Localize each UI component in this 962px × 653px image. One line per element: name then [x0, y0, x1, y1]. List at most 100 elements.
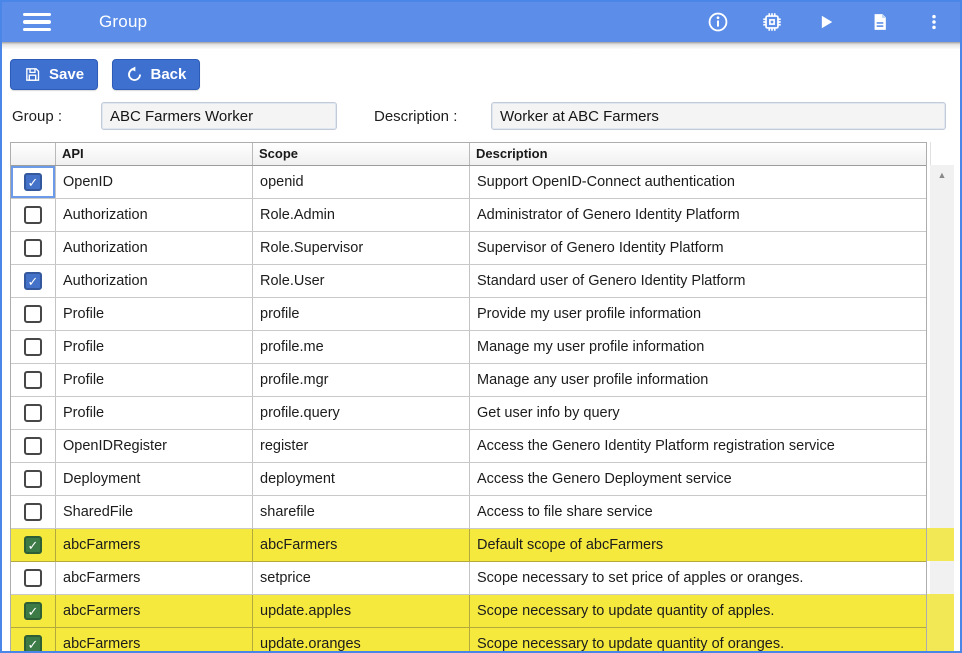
cell-api: Authorization [55, 199, 252, 231]
save-button-label: Save [49, 66, 84, 83]
cell-scope: Role.Supervisor [252, 232, 469, 264]
header-api: API [55, 143, 252, 165]
cell-api: Deployment [55, 463, 252, 495]
table-row[interactable]: abcFarmersabcFarmersDefault scope of abc… [11, 529, 926, 562]
cell-scope: Role.Admin [252, 199, 469, 231]
cell-api: Profile [55, 364, 252, 396]
row-checkbox-cell [11, 430, 55, 462]
cell-api: Profile [55, 298, 252, 330]
table-row[interactable]: ProfileprofileProvide my user profile in… [11, 298, 926, 331]
back-button-label: Back [151, 66, 187, 83]
row-checkbox-unchecked[interactable] [24, 503, 42, 521]
cell-api: OpenIDRegister [55, 430, 252, 462]
cell-api: Authorization [55, 232, 252, 264]
back-button[interactable]: Back [112, 59, 201, 90]
cell-description: Administrator of Genero Identity Platfor… [469, 199, 926, 231]
cell-scope: abcFarmers [252, 529, 469, 561]
report-icon[interactable] [868, 10, 892, 34]
cell-scope: profile.query [252, 397, 469, 429]
cell-description: Supervisor of Genero Identity Platform [469, 232, 926, 264]
row-checkbox-unchecked[interactable] [24, 338, 42, 356]
table-row[interactable]: DeploymentdeploymentAccess the Genero De… [11, 463, 926, 496]
description-input[interactable] [491, 102, 946, 130]
scrollbar-track[interactable] [930, 185, 954, 653]
cell-api: OpenID [55, 166, 252, 198]
cell-description: Access to file share service [469, 496, 926, 528]
row-checkbox-cell [11, 166, 55, 198]
table-row[interactable]: abcFarmerssetpriceScope necessary to set… [11, 562, 926, 595]
undo-back-icon [126, 66, 143, 83]
cell-description: Access the Genero Deployment service [469, 463, 926, 495]
cell-description: Support OpenID-Connect authentication [469, 166, 926, 198]
row-checkbox-checked[interactable] [24, 635, 42, 653]
table-row[interactable]: Profileprofile.queryGet user info by que… [11, 397, 926, 430]
cell-scope: register [252, 430, 469, 462]
cell-scope: setprice [252, 562, 469, 594]
row-checkbox-checked[interactable] [24, 173, 42, 191]
table-row[interactable]: Profileprofile.mgrManage any user profil… [11, 364, 926, 397]
row-checkbox-cell [11, 199, 55, 231]
row-checkbox-unchecked[interactable] [24, 404, 42, 422]
vertical-scrollbar[interactable]: ▲ [930, 142, 954, 653]
page-title: Group [99, 12, 147, 32]
group-window: Group [0, 0, 962, 653]
table-row[interactable]: AuthorizationRole.AdminAdministrator of … [11, 199, 926, 232]
header-checkbox-column [11, 143, 55, 165]
cell-description: Scope necessary to update quantity of or… [469, 628, 926, 653]
table-row[interactable]: OpenIDRegisterregisterAccess the Genero … [11, 430, 926, 463]
cell-scope: profile.mgr [252, 364, 469, 396]
save-icon [24, 66, 41, 83]
cell-description: Manage any user profile information [469, 364, 926, 396]
header-description: Description [469, 143, 926, 165]
save-button[interactable]: Save [10, 59, 98, 90]
table-row[interactable]: OpenIDopenidSupport OpenID-Connect authe… [11, 166, 926, 199]
row-checkbox-checked[interactable] [24, 536, 42, 554]
row-checkbox-cell [11, 595, 55, 627]
cell-scope: openid [252, 166, 469, 198]
row-checkbox-cell [11, 265, 55, 297]
row-checkbox-cell [11, 364, 55, 396]
row-checkbox-cell [11, 529, 55, 561]
action-toolbar: Save Back [2, 49, 960, 99]
table-row[interactable]: AuthorizationRole.UserStandard user of G… [11, 265, 926, 298]
cell-description: Scope necessary to update quantity of ap… [469, 595, 926, 627]
cell-scope: Role.User [252, 265, 469, 297]
table-row[interactable]: AuthorizationRole.SupervisorSupervisor o… [11, 232, 926, 265]
row-checkbox-cell [11, 628, 55, 653]
scroll-up-button[interactable]: ▲ [930, 165, 954, 185]
cell-scope: update.apples [252, 595, 469, 627]
group-input[interactable] [101, 102, 337, 130]
table-row[interactable]: SharedFilesharefileAccess to file share … [11, 496, 926, 529]
cell-scope: deployment [252, 463, 469, 495]
table-row[interactable]: abcFarmersupdate.applesScope necessary t… [11, 595, 926, 628]
chip-settings-icon[interactable] [760, 10, 784, 34]
cell-description: Default scope of abcFarmers [469, 529, 926, 561]
run-icon[interactable] [814, 10, 838, 34]
row-checkbox-unchecked[interactable] [24, 371, 42, 389]
table-row[interactable]: Profileprofile.meManage my user profile … [11, 331, 926, 364]
table-row[interactable]: abcFarmersupdate.orangesScope necessary … [11, 628, 926, 653]
row-checkbox-unchecked[interactable] [24, 305, 42, 323]
scope-table-rows: OpenIDopenidSupport OpenID-Connect authe… [11, 166, 926, 653]
scrollbar-header-gap [930, 142, 954, 165]
description-label: Description : [374, 108, 471, 125]
info-icon[interactable] [706, 10, 730, 34]
header-scope: Scope [252, 143, 469, 165]
cell-description: Get user info by query [469, 397, 926, 429]
cell-scope: sharefile [252, 496, 469, 528]
hamburger-menu-icon[interactable] [23, 9, 51, 36]
cell-description: Scope necessary to set price of apples o… [469, 562, 926, 594]
app-bar: Group [2, 2, 960, 42]
table-header: API Scope Description [11, 143, 926, 166]
row-checkbox-unchecked[interactable] [24, 239, 42, 257]
cell-scope: profile.me [252, 331, 469, 363]
kebab-menu-icon[interactable] [922, 10, 946, 34]
row-checkbox-unchecked[interactable] [24, 569, 42, 587]
row-checkbox-unchecked[interactable] [24, 437, 42, 455]
cell-api: abcFarmers [55, 595, 252, 627]
row-checkbox-checked[interactable] [24, 602, 42, 620]
row-checkbox-unchecked[interactable] [24, 470, 42, 488]
row-checkbox-cell [11, 397, 55, 429]
row-checkbox-checked[interactable] [24, 272, 42, 290]
row-checkbox-unchecked[interactable] [24, 206, 42, 224]
